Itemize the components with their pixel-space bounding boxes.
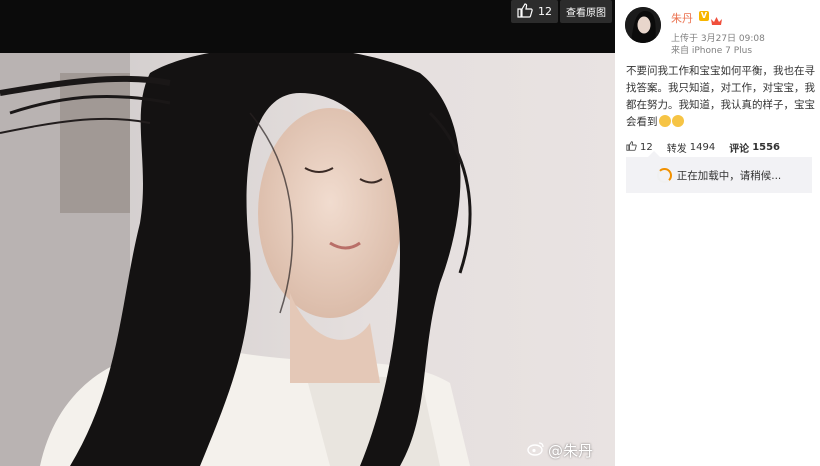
watermark-text: @朱丹 <box>548 442 594 460</box>
post-text: 不要问我工作和宝宝如何平衡，我也在寻找答案。我只知道，对工作，对宝宝，我都在努力… <box>626 63 816 131</box>
viewer-toolbar: 12 查看原图 <box>0 0 615 53</box>
loading-text: 正在加载中，请稍候... <box>676 169 782 182</box>
thumbs-up-icon <box>517 2 533 21</box>
comments-loading: 正在加载中，请稍候... <box>626 151 812 193</box>
view-original-button[interactable]: 查看原图 <box>560 0 612 23</box>
photo-watermark: @朱丹 <box>527 440 593 461</box>
username-link[interactable]: 朱丹 <box>671 10 693 26</box>
weibo-logo-icon <box>527 441 545 460</box>
post-detail-panel: 朱丹 V 上传于 3月27日 09:08 来自 iPhone 7 Plus 不要… <box>615 0 820 466</box>
repost-button[interactable]: 转发 1494 <box>667 140 715 155</box>
like-button[interactable]: 12 <box>511 0 558 23</box>
thumbs-up-icon <box>626 141 637 154</box>
repost-count: 1494 <box>689 142 716 153</box>
comment-label: 评论 <box>729 144 750 155</box>
like-count: 12 <box>538 5 552 18</box>
post-device: 来自 iPhone 7 Plus <box>671 46 753 56</box>
emoji-icon <box>658 115 671 127</box>
post-text-body: 不要问我工作和宝宝如何平衡，我也在寻找答案。我只知道，对工作，对宝宝，我都在努力… <box>626 65 815 128</box>
avatar[interactable] <box>625 7 661 43</box>
repost-label: 转发 <box>666 144 687 155</box>
loading-spinner-icon <box>656 167 672 183</box>
comment-count: 1556 <box>752 142 781 153</box>
crown-icon <box>711 11 722 25</box>
comment-button[interactable]: 评论 1556 <box>729 140 780 155</box>
image-viewer: 12 查看原图 @朱丹 <box>0 0 615 466</box>
emoji-icon <box>671 115 684 127</box>
post-photo <box>0 53 615 466</box>
verified-icon: V <box>699 11 709 21</box>
